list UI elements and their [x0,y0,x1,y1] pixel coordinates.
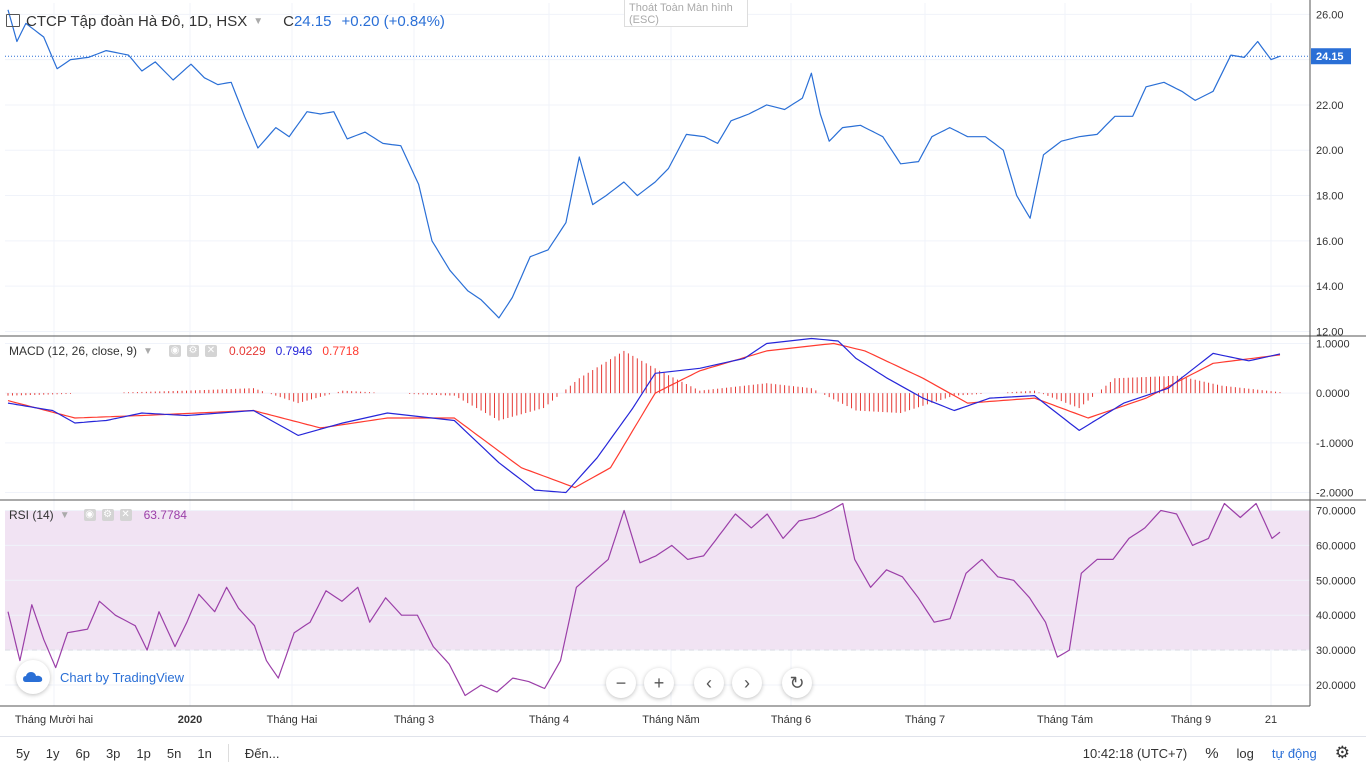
main-legend: CTCP Tập đoàn Hà Đô, 1D, HSX ▼ C 24.15 +0… [6,13,445,30]
log-toggle[interactable]: log [1237,746,1254,761]
period-5y[interactable]: 5y [16,746,30,761]
symbol-title[interactable]: CTCP Tập đoàn Hà Đô, 1D, HSX [26,13,247,30]
rsi-y-tick-label: 40.0000 [1316,610,1356,622]
fullscreen-hint-key: (ESC) [629,14,659,26]
macd-y-tick-label: -1.0000 [1316,438,1353,450]
brand-label[interactable]: Chart by TradingView [60,670,184,685]
macd-y-tick-label: -2.0000 [1316,488,1353,500]
period-1y[interactable]: 1y [46,746,60,761]
gear-icon[interactable]: ⚙ [186,345,199,357]
bottom-toolbar: 5y 1y 6p 3p 1p 5n 1n Đến... 10:42:18 (UT… [0,736,1366,769]
x-tick-label: Tháng 9 [1171,714,1211,726]
ohlc-prefix: C [283,13,294,30]
toolbar-divider [227,744,229,762]
price-y-tick-label: 16.00 [1316,236,1344,248]
x-tick-label: Tháng Tám [1037,714,1093,726]
price-change: +0.20 (+0.84%) [341,13,445,30]
period-5d[interactable]: 5n [167,746,181,761]
macd-legend: MACD (12, 26, close, 9) ▼ ◉ ⚙ ✕ 0.0229 0… [9,344,359,358]
zoom-out-button[interactable]: − [606,668,636,698]
percent-toggle[interactable]: % [1205,745,1218,762]
zoom-in-button[interactable]: + [644,668,674,698]
rsi-y-tick-label: 30.0000 [1316,645,1356,657]
x-tick-label: Tháng 4 [529,714,569,726]
x-tick-label: Tháng 3 [394,714,434,726]
price-y-tick-label: 22.00 [1316,100,1344,112]
cloud-icon [16,660,50,694]
chevron-down-icon[interactable]: ▼ [143,346,153,357]
fullscreen-hint-label: Thoát Toàn Màn hình [629,2,733,14]
macd-y-tick-label: 0.0000 [1316,388,1350,400]
rsi-title[interactable]: RSI (14) [9,508,54,522]
period-1m[interactable]: 1p [136,746,150,761]
x-tick-label: 21 [1265,714,1277,726]
price-y-tick-label: 14.00 [1316,281,1344,293]
close-icon[interactable]: ✕ [119,509,132,521]
macd-title[interactable]: MACD (12, 26, close, 9) [9,344,137,358]
macd-hist-value: 0.0229 [228,344,266,358]
x-tick-label: Tháng Hai [267,714,318,726]
x-tick-label: Tháng 6 [771,714,811,726]
macd-value: 0.7946 [275,344,313,358]
clock-timezone[interactable]: 10:42:18 (UTC+7) [1083,746,1187,761]
price-y-tick-label: 12.00 [1316,326,1344,338]
chart-root[interactable]: 26.0024.0022.0020.0018.0016.0014.0012.00… [0,0,1366,768]
period-6m[interactable]: 6p [75,746,89,761]
chevron-down-icon[interactable]: ▼ [60,510,70,521]
last-price-label: 24.15 [1316,51,1344,63]
close-icon[interactable]: ✕ [204,345,217,357]
chart-canvas[interactable]: 26.0024.0022.0020.0018.0016.0014.0012.00… [0,0,1366,768]
scroll-right-button[interactable]: › [732,668,762,698]
x-tick-label: 2020 [178,714,202,726]
rsi-y-tick-label: 50.0000 [1316,575,1356,587]
eye-icon[interactable]: ◉ [83,509,96,521]
reset-chart-button[interactable]: ↻ [782,668,812,698]
zoom-controls: − + ‹ › ↻ [606,668,812,698]
rsi-y-tick-label: 60.0000 [1316,540,1356,552]
price-y-tick-label: 18.00 [1316,191,1344,203]
tradingview-brand[interactable]: Chart by TradingView [16,660,184,694]
gear-icon[interactable]: ⚙ [101,509,114,521]
period-3m[interactable]: 3p [106,746,120,761]
x-tick-label: Tháng Mười hai [15,714,93,726]
rsi-value: 63.7784 [143,508,187,522]
macd-line [7,337,1281,494]
auto-scale-toggle[interactable]: tự động [1272,746,1317,761]
price-y-tick-label: 26.00 [1316,9,1344,21]
period-1d[interactable]: 1n [197,746,211,761]
x-tick-label: Tháng 7 [905,714,945,726]
signal-line [7,342,1281,489]
macd-y-tick-label: 1.0000 [1316,338,1350,350]
rsi-legend: RSI (14) ▼ ◉ ⚙ ✕ 63.7784 [9,508,187,522]
price-y-tick-label: 20.00 [1316,145,1344,157]
scroll-left-button[interactable]: ‹ [694,668,724,698]
gear-icon[interactable]: ⚙ [1335,743,1350,763]
x-tick-label: Tháng Năm [642,714,699,726]
chevron-down-icon[interactable]: ▼ [253,16,263,27]
eye-icon[interactable]: ◉ [168,345,181,357]
fullscreen-hint[interactable]: Thoát Toàn Màn hình (ESC) [624,0,748,27]
goto-date-button[interactable]: Đến... [245,746,280,761]
rsi-y-tick-label: 20.0000 [1316,680,1356,692]
macd-signal-value: 0.7718 [322,344,360,358]
right-tools: 10:42:18 (UTC+7) % log tự động ⚙ [1083,737,1366,769]
chart-type-icon[interactable] [6,14,20,27]
rsi-y-tick-label: 70.0000 [1316,505,1356,517]
last-price: 24.15 [293,13,332,30]
